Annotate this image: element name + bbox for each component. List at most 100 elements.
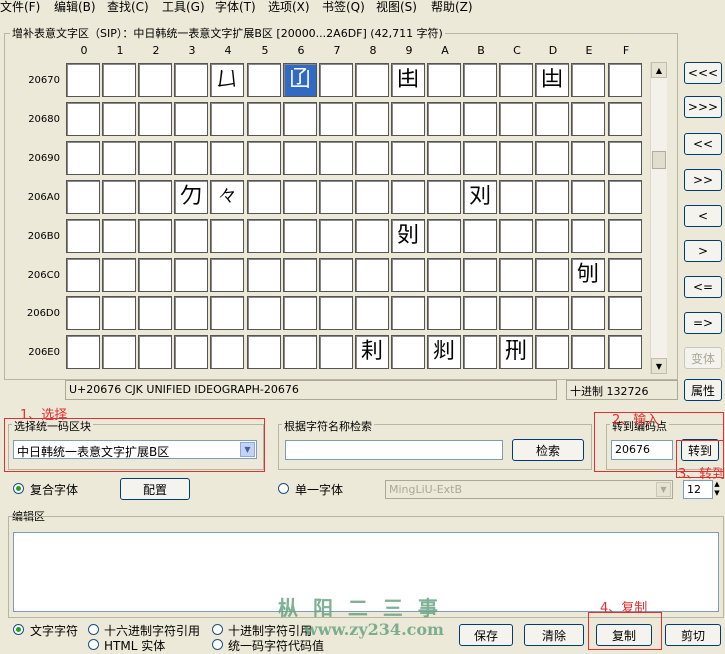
char-cell[interactable]: 𠙾 [571,63,605,97]
char-cell[interactable]: 𠛩 [391,335,425,369]
char-cell[interactable]: 𠛀 [66,258,100,292]
char-cell[interactable]: 𠛆 [283,258,317,292]
char-cell[interactable]: 𠛜 [499,296,533,330]
next-block-button[interactable]: >> [684,169,722,191]
char-cell[interactable]: 𠙱 [102,63,136,97]
char-cell[interactable]: 𠙴 [210,63,244,97]
char-cell[interactable]: 𠛯 [608,335,642,369]
char-cell[interactable]: 𠛬 [499,335,533,369]
char-cell[interactable]: 𠚷 [319,219,353,253]
menu-find[interactable]: 查找(C) [107,0,149,15]
char-cell[interactable]: 𠚂 [138,102,172,136]
char-cell[interactable]: 𠚦 [283,180,317,214]
char-cell[interactable]: 𠛙 [391,296,425,330]
char-cell[interactable]: 𠛧 [319,335,353,369]
char-cell[interactable]: 𠚗 [319,141,353,175]
clear-button[interactable]: 清除 [524,624,584,646]
char-cell[interactable]: 𠚭 [535,180,569,214]
char-cell[interactable]: 𠚔 [210,141,244,175]
char-cell[interactable]: 𠛘 [355,296,389,330]
char-cell[interactable]: 𠙳 [174,63,208,97]
char-cell[interactable]: 𠙰 [66,63,100,97]
char-cell[interactable]: 𠛓 [174,296,208,330]
char-cell[interactable]: 𠛭 [535,335,569,369]
properties-button[interactable]: 属性 [684,379,722,401]
char-cell[interactable]: 𠚞 [571,141,605,175]
scroll-up-icon[interactable]: ▲ [651,62,667,78]
char-cell[interactable]: 𠛪 [427,335,461,369]
next-char-button[interactable]: => [684,312,722,334]
composite-font-radio[interactable] [13,483,24,494]
single-font-dropdown[interactable]: MingLiU-ExtB ▼ [385,480,673,499]
char-cell[interactable]: 𠙺 [427,63,461,97]
char-cell[interactable]: 𠚊 [427,102,461,136]
mode-text-radio[interactable] [13,624,24,635]
char-cell[interactable]: 𠚨 [355,180,389,214]
config-button[interactable]: 配置 [120,478,190,500]
chevron-down-icon[interactable]: ▼ [656,482,671,497]
char-cell[interactable]: 𠙲 [138,63,172,97]
char-cell[interactable]: 𠚥 [247,180,281,214]
char-cell[interactable]: 𠙵 [247,63,281,97]
char-cell[interactable]: 𠚿 [608,219,642,253]
menu-bookmarks[interactable]: 书签(Q) [322,0,365,15]
char-cell[interactable]: 𠛅 [247,258,281,292]
save-button[interactable]: 保存 [459,624,513,646]
char-cell[interactable]: 𠚚 [427,141,461,175]
char-cell[interactable]: 𠚇 [319,102,353,136]
char-cell[interactable]: 𠛊 [427,258,461,292]
char-cell[interactable]: 𠚕 [247,141,281,175]
last-page-button[interactable]: >>> [684,96,722,118]
char-cell[interactable]: 𠙿 [608,63,642,97]
char-cell[interactable]: 𠚮 [571,180,605,214]
char-cell[interactable]: 𠚵 [247,219,281,253]
char-cell[interactable]: 𠙸 [355,63,389,97]
mode-codepoint-radio[interactable] [212,639,223,650]
char-cell[interactable]: 𠛉 [391,258,425,292]
char-cell[interactable]: 𠚟 [608,141,642,175]
char-cell[interactable]: 𠛞 [571,296,605,330]
char-cell[interactable]: 𠚴 [210,219,244,253]
char-cell[interactable]: 𠛦 [283,335,317,369]
char-cell[interactable]: 𠛖 [283,296,317,330]
name-search-input[interactable] [285,440,503,460]
font-size-input[interactable]: 12 [683,480,713,499]
char-cell[interactable]: 𠙹 [391,63,425,97]
char-cell[interactable]: 𠙼 [499,63,533,97]
char-cell[interactable]: 𠚧 [319,180,353,214]
char-cell[interactable]: 𠚬 [499,180,533,214]
char-cell[interactable]: 𠚈 [355,102,389,136]
char-cell[interactable]: 𠚘 [355,141,389,175]
char-cell[interactable]: 𠛋 [463,258,497,292]
char-cell[interactable]: 𠚫 [463,180,497,214]
char-cell[interactable]: 𠚉 [391,102,425,136]
scroll-thumb[interactable] [652,151,666,169]
char-cell[interactable]: 𠚌 [499,102,533,136]
char-cell[interactable]: 𠚏 [608,102,642,136]
char-cell[interactable]: 𠙷 [319,63,353,97]
char-cell[interactable]: 𠚖 [283,141,317,175]
char-cell[interactable]: 𠚱 [102,219,136,253]
char-cell[interactable]: 𠚠 [66,180,100,214]
char-cell[interactable]: 𠛔 [210,296,244,330]
char-cell[interactable]: 𠚆 [283,102,317,136]
char-cell[interactable]: 𠚍 [535,102,569,136]
char-cell[interactable]: 𠛇 [319,258,353,292]
char-cell[interactable]: 𠚤 [210,180,244,214]
char-cell[interactable]: 𠚲 [138,219,172,253]
scroll-down-icon[interactable]: ▼ [651,358,667,374]
char-cell[interactable]: 𠚣 [174,180,208,214]
first-page-button[interactable]: <<< [684,62,722,84]
char-cell[interactable]: 𠚼 [499,219,533,253]
char-cell[interactable]: 𠚅 [247,102,281,136]
char-cell[interactable]: 𠚜 [499,141,533,175]
char-cell[interactable]: 𠛢 [138,335,172,369]
menu-edit[interactable]: 编辑(B) [54,0,96,15]
char-cell[interactable]: 𠛒 [138,296,172,330]
char-cell[interactable]: 𠚯 [608,180,642,214]
mode-html-entity-radio[interactable] [88,639,99,650]
char-cell[interactable]: 𠛈 [355,258,389,292]
char-cell[interactable]: 𠙽 [535,63,569,97]
char-cell[interactable]: 𠚺 [427,219,461,253]
char-cell[interactable]: 𠛥 [247,335,281,369]
